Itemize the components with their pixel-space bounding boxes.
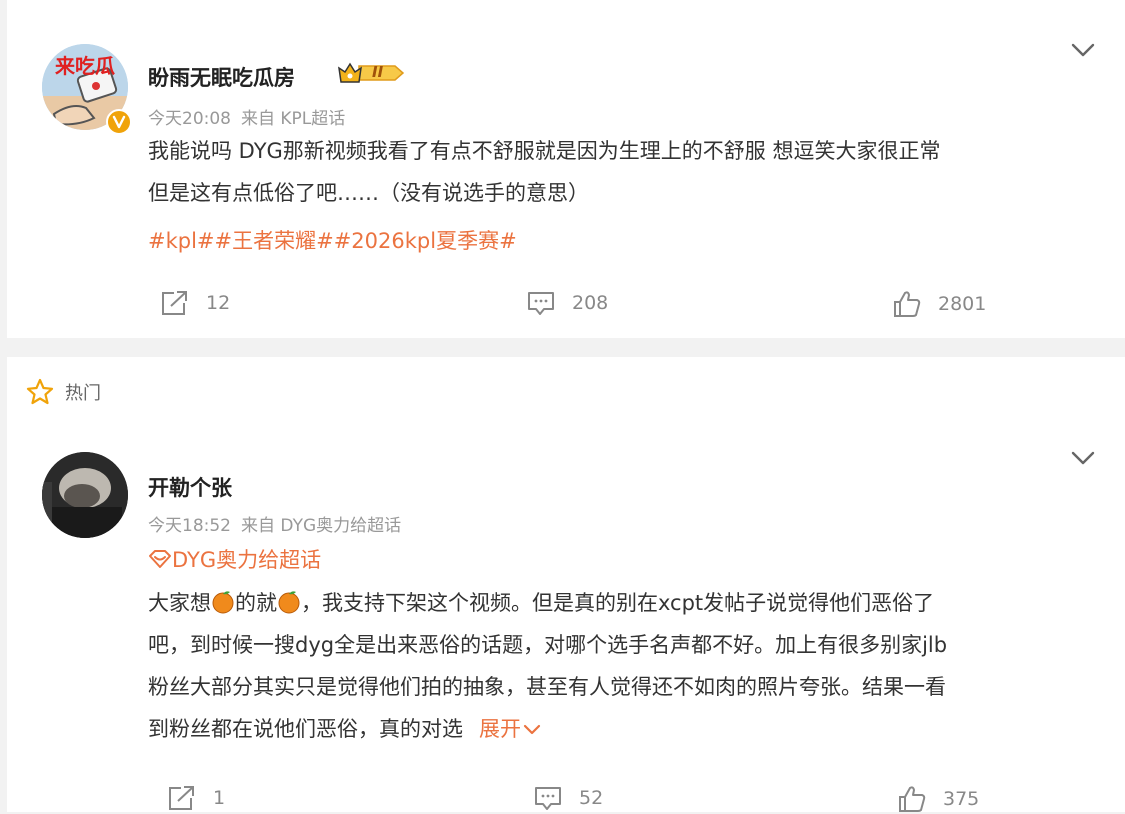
level-text: II — [372, 63, 384, 81]
post-text-line: 但是这有点低俗了吧……（没有说选手的意思） — [148, 181, 589, 205]
comment-fragment: 大家想 — [148, 591, 211, 615]
comment-icon — [535, 787, 561, 810]
share-icon — [162, 291, 187, 315]
comment-text-line: 吧，到时候一搜dyg全是出来恶俗的话题，对哪个选手名声都不好。加上有很多别家jl… — [148, 633, 948, 657]
chevron-down-icon — [1071, 451, 1095, 465]
comment-button[interactable]: 208 — [526, 289, 608, 317]
supertopic-icon — [149, 550, 171, 568]
section-label: 热门 — [65, 383, 101, 404]
comment-fragment: 到粉丝都在说他们恶俗，真的对选 — [148, 717, 463, 741]
like-button[interactable]: 2801 — [892, 289, 986, 319]
supertopic-name: DYG奥力给超话 — [172, 548, 322, 572]
avatar-text: 来吃瓜 — [55, 54, 115, 78]
comment-fragment: ，我支持下架这个视频。但是真的别在xcpt发帖子说觉得他们恶俗了 — [301, 591, 935, 615]
chevron-down-icon — [1071, 43, 1095, 57]
orange-emoji — [278, 591, 300, 614]
username[interactable]: 盼雨无眠吃瓜房 — [148, 62, 295, 92]
comments-card: 热门 开勒个张 今天18:52 来自 DYG奥力给超话 DYG奥力给超话 大家想的… — [7, 357, 1125, 812]
comment-like-button[interactable]: 375 — [897, 784, 979, 814]
comment-reply-count: 52 — [579, 787, 604, 809]
comment-text-line: 大家想 的就 ，我支持下架这个视频。但是真的别在xcpt发帖子说觉得他们恶俗了 — [148, 582, 947, 624]
share-icon — [169, 786, 194, 810]
repost-count: 12 — [206, 292, 231, 314]
star-icon — [26, 378, 54, 405]
expand-link[interactable]: 展开 — [479, 717, 541, 741]
comment-count: 208 — [572, 292, 609, 314]
comment-repost-button[interactable]: 1 — [167, 784, 225, 812]
more-options-button[interactable] — [1071, 42, 1095, 61]
like-count: 2801 — [938, 293, 987, 315]
comment-like-count: 375 — [943, 788, 980, 810]
comment-text-line: 到粉丝都在说他们恶俗，真的对选 展开 — [148, 708, 947, 750]
comment-fragment: 的就 — [235, 591, 277, 615]
verified-badge-icon — [106, 109, 132, 135]
comment-more-options-button[interactable] — [1071, 450, 1095, 469]
comment-icon — [528, 292, 554, 315]
comment-source[interactable]: 来自 DYG奥力给超话 — [241, 516, 401, 536]
post-hashtags[interactable]: #kpl##王者荣耀##2026kpl夏季赛# — [148, 225, 517, 255]
post-card: 来吃瓜 盼雨无眠吃瓜房 II 今天20:08 来自 KPL超话 我能说吗 DYG那… — [7, 0, 1125, 338]
supertopic-link[interactable]: DYG奥力给超话 — [148, 544, 321, 574]
post-meta: 今天20:08 来自 KPL超话 — [148, 104, 345, 129]
comment-reply-button[interactable]: 52 — [533, 784, 603, 812]
comment-meta: 今天18:52 来自 DYG奥力给超话 — [148, 511, 401, 536]
avatar-image — [42, 452, 128, 538]
comment-text-line: 粉丝大部分其实只是觉得他们拍的抽象，甚至有人觉得还不如肉的照片夸张。结果一看 — [148, 675, 946, 699]
repost-button[interactable]: 12 — [160, 289, 230, 317]
commenter-username[interactable]: 开勒个张 — [148, 472, 232, 502]
commenter-avatar[interactable] — [42, 452, 128, 538]
comment-time: 今天18:52 — [148, 516, 231, 536]
orange-emoji — [212, 591, 234, 614]
post-source[interactable]: 来自 KPL超话 — [241, 109, 345, 129]
comment-text: 大家想 的就 ，我支持下架这个视频。但是真的别在xcpt发帖子说觉得他们恶俗了 吧，… — [148, 582, 947, 750]
hot-section-header: 热门 — [25, 377, 101, 407]
expand-label: 展开 — [479, 717, 521, 741]
chevron-down-icon — [523, 724, 541, 735]
post-text: 我能说吗 DYG那新视频我看了有点不舒服就是因为生理上的不舒服 想逗笑大家很正常… — [148, 130, 940, 214]
like-icon — [899, 786, 926, 812]
post-time: 今天20:08 — [148, 109, 231, 129]
comment-repost-count: 1 — [213, 787, 226, 809]
like-icon — [894, 291, 921, 317]
post-text-line: 我能说吗 DYG那新视频我看了有点不舒服就是因为生理上的不舒服 想逗笑大家很正常 — [148, 139, 941, 163]
